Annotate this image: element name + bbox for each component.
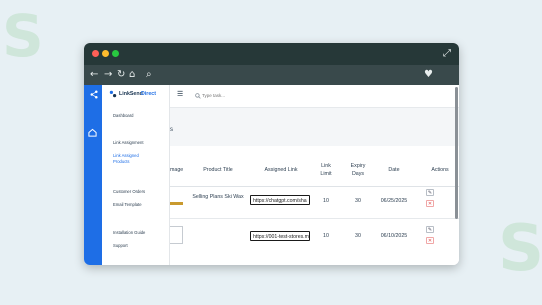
sidebar-item-support[interactable]: Support <box>113 243 128 249</box>
header-image: mage <box>170 167 184 173</box>
browser-window: ⤢ ← → ↻ ⌂ ⌕ ♥ LinkSend Direct Dashboard … <box>84 43 459 265</box>
icon-strip <box>84 85 102 265</box>
logo-icon <box>90 90 98 99</box>
reload-icon[interactable]: ↻ <box>117 68 125 82</box>
assigned-link-field[interactable]: https://chatgpt.com/sha <box>250 195 310 205</box>
header-divider <box>170 186 459 187</box>
edit-button[interactable]: ✎ <box>426 189 434 196</box>
back-icon[interactable]: ← <box>90 68 98 82</box>
header-assigned-link: Assigned Link <box>264 167 298 173</box>
fullscreen-icon[interactable]: ⤢ <box>443 47 451 61</box>
background-brand-logo: S <box>2 2 44 70</box>
product-thumbnail <box>170 202 183 205</box>
delete-button[interactable]: ✕ <box>426 237 434 244</box>
products-table: mage Product Title Assigned Link Link Li… <box>170 146 459 265</box>
main-content: s mage Product Title Assigned Link Link … <box>170 108 459 265</box>
link-limit: 10 <box>323 198 329 204</box>
date: 06/10/2025 <box>380 233 408 239</box>
delete-button[interactable]: ✕ <box>426 200 434 207</box>
home-icon[interactable]: ⌂ <box>129 68 135 82</box>
date: 06/25/2025 <box>380 198 408 204</box>
header-date: Date <box>388 167 400 173</box>
page-title: s <box>170 127 173 133</box>
search-input[interactable] <box>202 91 282 100</box>
header-actions: Actions <box>431 167 449 173</box>
assigned-link-field[interactable]: https://001-test-stores.m <box>250 231 310 241</box>
header-product-title: Product Title <box>203 167 233 173</box>
menu-toggle-icon[interactable]: ☰ <box>177 90 183 98</box>
home-nav-icon[interactable] <box>88 128 97 137</box>
sidebar-item-customer-orders[interactable]: Customer Orders <box>113 189 145 195</box>
scrollbar[interactable] <box>455 87 458 219</box>
link-limit: 10 <box>323 233 329 239</box>
brand-mark-icon <box>109 90 117 98</box>
sidebar: LinkSend Direct Dashboard Link Assignmen… <box>90 85 170 265</box>
sidebar-item-link-assigned-products[interactable]: Link Assigned Products <box>113 153 147 165</box>
sidebar-item-link-assignment[interactable]: Link Assignment <box>113 140 144 146</box>
forward-icon[interactable]: → <box>104 68 112 82</box>
maximize-dot[interactable] <box>112 50 119 57</box>
row-divider <box>170 218 459 219</box>
minimize-dot[interactable] <box>102 50 109 57</box>
browser-toolbar: ← → ↻ ⌂ ⌕ ♥ <box>84 65 459 85</box>
brand-suffix: Direct <box>141 91 157 97</box>
sidebar-item-dashboard[interactable]: Dashboard <box>113 113 134 119</box>
sidebar-item-email-template[interactable]: Email Template <box>113 202 142 208</box>
product-thumbnail <box>170 226 183 244</box>
title-bar: ⤢ <box>84 43 459 65</box>
search-icon <box>195 93 201 99</box>
app-header: ☰ <box>170 85 459 108</box>
expiry-days: 30 <box>355 233 361 239</box>
close-dot[interactable] <box>92 50 99 57</box>
brand-name: LinkSend <box>119 91 143 97</box>
edit-button[interactable]: ✎ <box>426 226 434 233</box>
product-title: Selling Plans Ski Wax <box>192 194 244 200</box>
expiry-days: 30 <box>355 198 361 204</box>
background-brand-logo: S <box>498 212 542 286</box>
favorite-icon[interactable]: ♥ <box>424 68 433 82</box>
search-icon[interactable]: ⌕ <box>146 68 152 82</box>
header-expiry-days: Expiry Days <box>350 163 366 177</box>
sidebar-item-installation-guide[interactable]: Installation Guide <box>113 230 145 236</box>
header-link-limit: Link Limit <box>320 163 332 177</box>
